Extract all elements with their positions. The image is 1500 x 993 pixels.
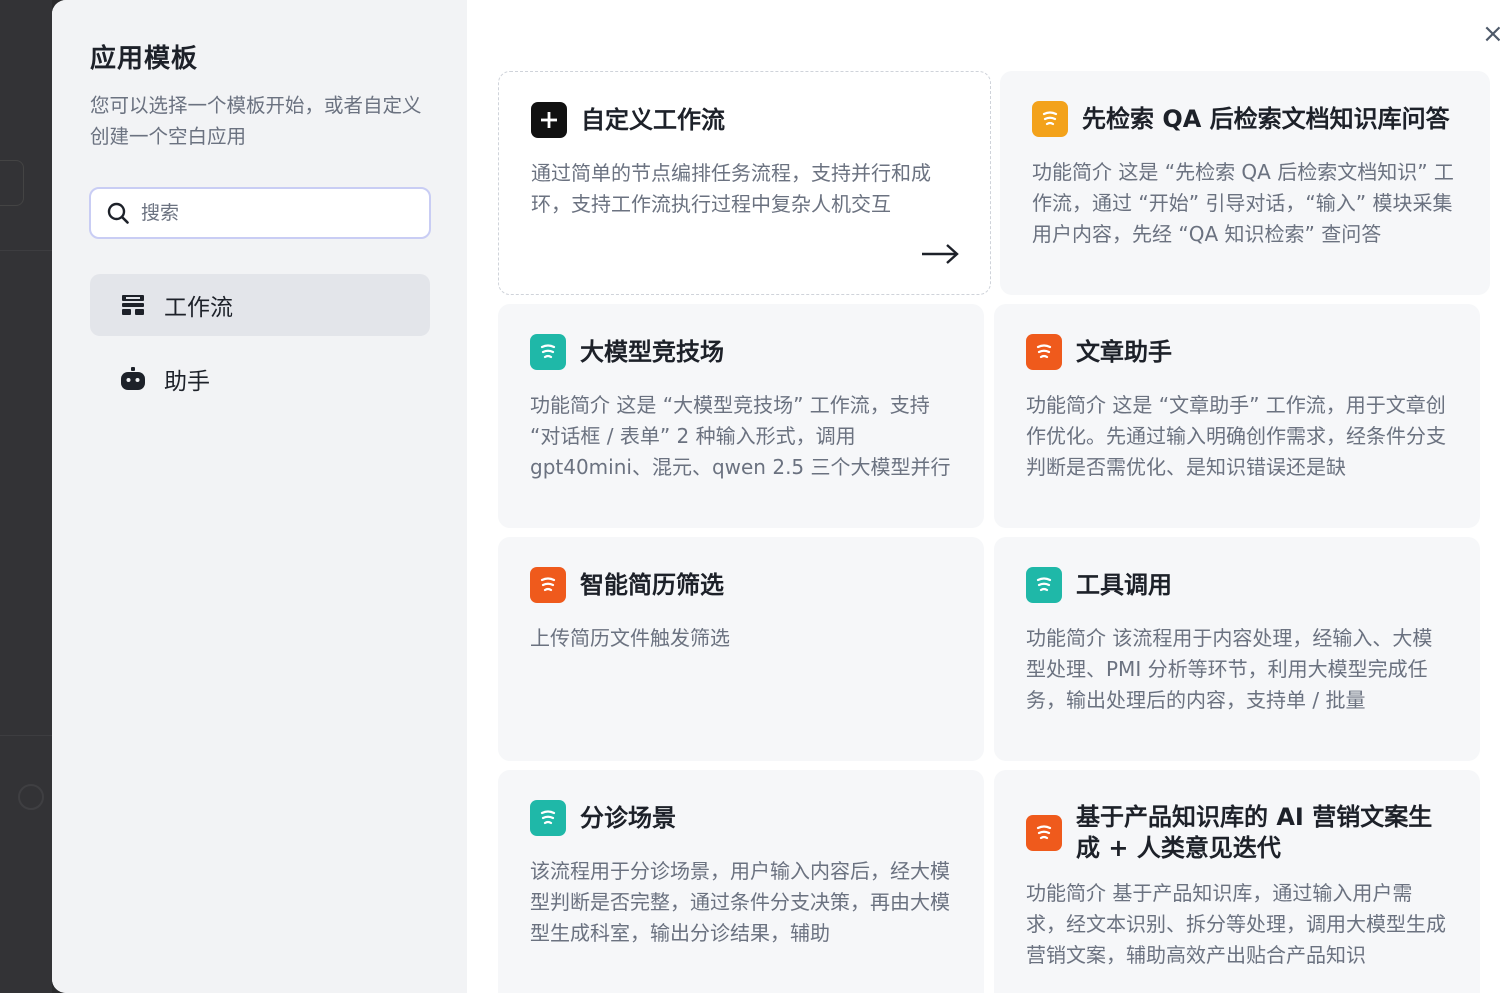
card-title: 自定义工作流 [581,105,725,134]
background-divider [0,735,52,736]
nav-item-label: 工作流 [164,295,233,321]
background-circle [18,784,44,810]
workflow-app-icon [1032,101,1068,137]
search-input[interactable] [141,202,401,224]
workflow-app-icon [530,800,566,836]
template-card[interactable]: 分诊场景 该流程用于分诊场景，用户输入内容后，经大模型判断是否完整，通过条件分支… [498,770,984,993]
card-description: 通过简单的节点编排任务流程，支持并行和成环，支持工作流执行过程中复杂人机交互 [531,161,931,216]
modal-description: 您可以选择一个模板开始，或者自定义创建一个空白应用 [90,94,422,148]
card-title: 智能简历筛选 [580,570,724,599]
template-card[interactable]: 基于产品知识库的 AI 营销文案生成 + 人类意见迭代 功能简介 基于产品知识库… [994,770,1480,993]
workflow-app-icon [1026,815,1062,851]
workflow-app-icon [530,567,566,603]
template-card[interactable]: 工具调用 功能简介 该流程用于内容处理，经输入、大模型处理、PMI 分析等环节，… [994,537,1480,761]
template-modal: 应用模板 您可以选择一个模板开始，或者自定义创建一个空白应用 工作流 助手 × [52,0,1500,993]
template-card[interactable]: 先检索 QA 后检索文档知识库问答 功能简介 这是 “先检索 QA 后检索文档知… [1000,71,1490,295]
background-app [0,0,52,993]
nav-item-label: 助手 [164,369,210,395]
template-sidebar: 应用模板 您可以选择一个模板开始，或者自定义创建一个空白应用 工作流 助手 [52,0,467,993]
template-card[interactable]: 大模型竞技场 功能简介 这是 “大模型竞技场” 工作流，支持 “对话框 / 表单… [498,304,984,528]
card-title: 文章助手 [1076,337,1172,366]
card-title: 分诊场景 [580,803,676,832]
card-title: 工具调用 [1076,570,1172,599]
workflow-app-icon [530,334,566,370]
card-description: 功能简介 这是 “先检索 QA 后检索文档知识” 工作流，通过 “开始” 引导对… [1032,160,1454,246]
robot-icon [120,366,146,392]
card-description: 功能简介 该流程用于内容处理，经输入、大模型处理、PMI 分析等环节，利用大模型… [1026,626,1433,712]
card-description: 功能简介 基于产品知识库，通过输入用户需求，经文本识别、拆分等处理，调用大模型生… [1026,881,1446,967]
card-description: 功能简介 这是 “文章助手” 工作流，用于文章创作优化。先通过输入明确创作需求，… [1026,393,1446,479]
workflow-app-icon [1026,334,1062,370]
template-card[interactable]: 文章助手 功能简介 这是 “文章助手” 工作流，用于文章创作优化。先通过输入明确… [994,304,1480,528]
search-box[interactable] [89,187,431,239]
background-divider [0,250,52,251]
close-button[interactable]: × [1482,20,1500,48]
template-card-custom-workflow[interactable]: 自定义工作流 通过简单的节点编排任务流程，支持并行和成环，支持工作流执行过程中复… [498,71,991,295]
card-title: 基于产品知识库的 AI 营销文案生成 + 人类意见迭代 [1076,803,1433,862]
card-description: 该流程用于分诊场景，用户输入内容后，经大模型判断是否完整，通过条件分支决策，再由… [530,859,950,945]
nav-item-assistant[interactable]: 助手 [90,348,430,410]
template-card[interactable]: 智能简历筛选 上传简历文件触发筛选 [498,537,984,761]
plus-icon [531,102,567,138]
card-description: 上传简历文件触发筛选 [530,626,730,650]
background-panel [0,160,24,206]
workflow-icon [120,292,146,318]
modal-title: 应用模板 [90,44,199,74]
card-title: 先检索 QA 后检索文档知识库问答 [1082,104,1450,133]
card-description: 功能简介 这是 “大模型竞技场” 工作流，支持 “对话框 / 表单” 2 种输入… [530,393,951,479]
workflow-app-icon [1026,567,1062,603]
arrow-right-icon [922,244,959,264]
card-title: 大模型竞技场 [580,337,724,366]
nav-item-workflow[interactable]: 工作流 [90,274,430,336]
search-icon [105,200,131,226]
